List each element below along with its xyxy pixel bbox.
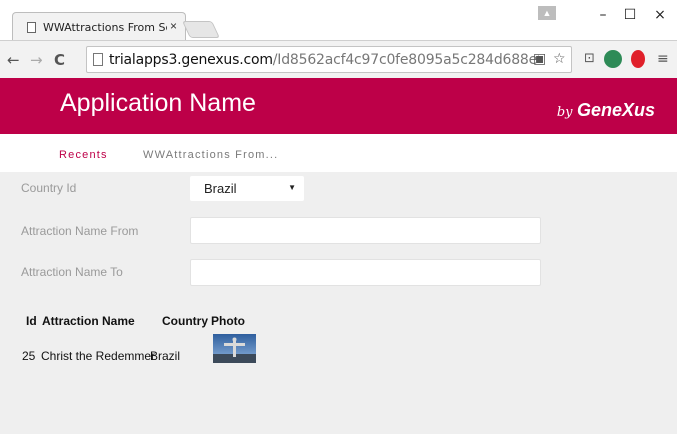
browser-toolbar: ← → C trialapps3.genexus.com/Id8562acf4c…: [0, 40, 677, 78]
column-header-attraction-name: Attraction Name: [42, 314, 135, 328]
browser-tabstrip: WWAttractions From Scra × ▲ – ☐ ×: [0, 0, 677, 40]
app-name: Application Name: [60, 89, 256, 117]
forward-arrow-icon[interactable]: →: [30, 51, 43, 69]
close-tab-icon[interactable]: ×: [170, 19, 177, 33]
attraction-name-to-input[interactable]: [190, 259, 541, 286]
profile-icon[interactable]: ▲: [538, 6, 556, 20]
menu-icon[interactable]: ≡: [657, 51, 669, 67]
attraction-name-to-label: Attraction Name To: [21, 265, 123, 279]
country-id-select[interactable]: Brazil ▼: [190, 176, 304, 201]
breadcrumb-recents[interactable]: Recents: [59, 149, 108, 161]
close-window-button[interactable]: ×: [650, 6, 670, 24]
country-id-label: Country Id: [21, 181, 77, 195]
reload-icon[interactable]: C: [54, 51, 65, 69]
page-icon: [27, 22, 36, 33]
column-header-id: Id: [26, 314, 37, 328]
country-id-value: Brazil: [204, 181, 237, 196]
page-info-icon[interactable]: [93, 53, 103, 66]
main-content: Country Id Brazil ▼ Attraction Name From…: [0, 172, 677, 434]
browser-tab[interactable]: WWAttractions From Scra ×: [12, 12, 186, 40]
url-text[interactable]: trialapps3.genexus.com/Id8562acf4c97c0fe…: [109, 52, 539, 68]
url-path: /Id8562acf4c97c0fe8095a5c284d688e07/wwa: [272, 52, 539, 68]
dropdown-arrow-icon: ▼: [288, 183, 296, 192]
column-header-country: Country: [162, 314, 208, 328]
translate-icon[interactable]: ▣: [533, 51, 546, 67]
cast-icon[interactable]: ⊡: [584, 51, 595, 66]
column-header-photo: Photo: [211, 314, 245, 328]
attraction-photo[interactable]: [213, 334, 256, 363]
extension-icon[interactable]: [604, 50, 622, 68]
bookmark-star-icon[interactable]: ☆: [553, 51, 566, 67]
attraction-name-from-label: Attraction Name From: [21, 224, 139, 238]
cell-attraction-name: Christ the Redemmer: [41, 349, 156, 363]
minimize-button[interactable]: –: [593, 6, 613, 24]
cell-country: Brazil: [150, 349, 181, 363]
app-header: Application Name by GeneXus: [0, 78, 677, 134]
breadcrumb-current[interactable]: WWAttractions From...: [143, 149, 278, 161]
url-host: trialapps3.genexus.com: [109, 52, 273, 68]
breadcrumb: Recents WWAttractions From...: [0, 134, 677, 172]
genexus-logo: by GeneXus: [556, 100, 655, 120]
attraction-name-from-input[interactable]: [190, 217, 541, 244]
new-tab-button[interactable]: [182, 21, 220, 38]
maximize-button[interactable]: ☐: [620, 6, 640, 24]
back-arrow-icon[interactable]: ←: [7, 51, 20, 69]
address-bar[interactable]: trialapps3.genexus.com/Id8562acf4c97c0fe…: [86, 46, 572, 73]
tab-title: WWAttractions From Scra: [43, 21, 167, 34]
opera-icon[interactable]: [631, 50, 645, 68]
cell-id: 25: [22, 349, 36, 363]
